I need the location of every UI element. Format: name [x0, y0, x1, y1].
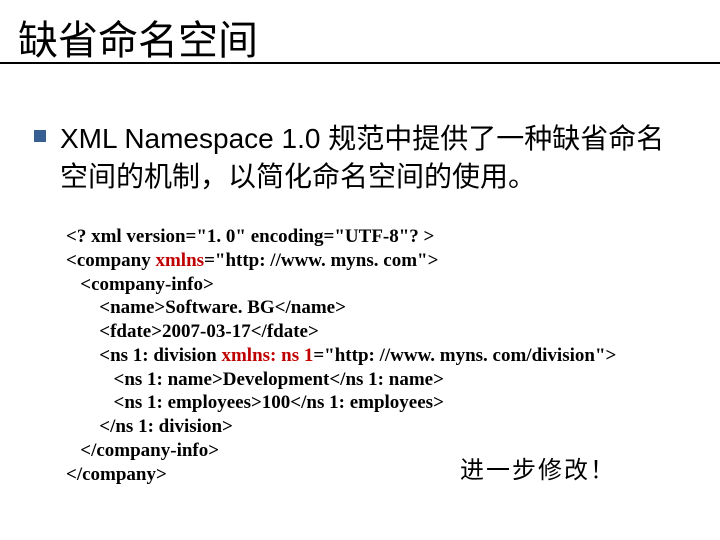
code-line: <fdate>2007-03-17</fdate>	[66, 321, 319, 342]
slide: 缺省命名空间 XML Namespace 1.0 规范中提供了一种缺省命名空间的…	[0, 0, 720, 540]
code-line: <ns 1: employees>100</ns 1: employees>	[66, 392, 444, 413]
code-line: </ns 1: division>	[66, 416, 233, 437]
footnote: 进一步修改！	[460, 450, 616, 485]
bullet-row: XML Namespace 1.0 规范中提供了一种缺省命名空间的机制，以简化命…	[34, 120, 690, 196]
code-line: <name>Software. BG</name>	[66, 297, 346, 318]
code-keyword: xmlns	[155, 250, 204, 271]
code-line: <company-info>	[66, 274, 214, 295]
title-underline	[0, 62, 720, 64]
slide-title: 缺省命名空间	[18, 8, 258, 66]
code-frag: <ns 1: division	[66, 345, 221, 366]
code-line: <ns 1: name>Development</ns 1: name>	[66, 369, 444, 390]
bullet-icon	[34, 130, 46, 142]
code-line: </company-info>	[66, 440, 219, 461]
code-frag: ="http: //www. myns. com">	[204, 250, 438, 271]
code-frag: ="http: //www. myns. com/division">	[313, 345, 616, 366]
code-block: <? xml version="1. 0" encoding="UTF-8"? …	[66, 225, 616, 486]
code-line: <ns 1: division xmlns: ns 1="http: //www…	[66, 345, 616, 366]
code-line: <? xml version="1. 0" encoding="UTF-8"? …	[66, 226, 434, 247]
body: XML Namespace 1.0 规范中提供了一种缺省命名空间的机制，以简化命…	[34, 120, 690, 196]
code-line: <company xmlns="http: //www. myns. com">	[66, 250, 438, 271]
code-keyword: xmlns: ns 1	[221, 345, 313, 366]
code-line: </company>	[66, 464, 167, 485]
code-frag: <company	[66, 250, 155, 271]
bullet-text: XML Namespace 1.0 规范中提供了一种缺省命名空间的机制，以简化命…	[60, 120, 690, 196]
